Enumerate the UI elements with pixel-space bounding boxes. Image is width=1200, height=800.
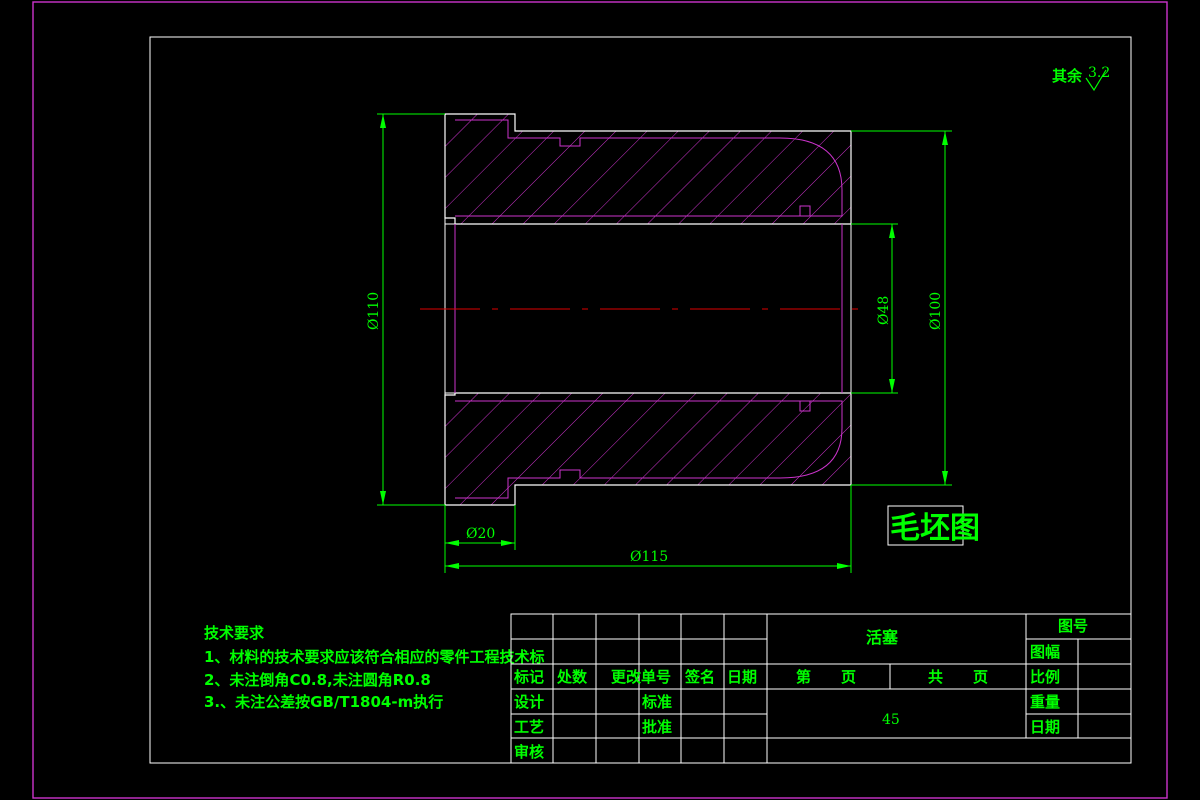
drawing-label: 毛坯图 bbox=[890, 511, 980, 546]
dimension-d20: Ø20 bbox=[444, 505, 516, 550]
sheet-total: 共 页 bbox=[928, 668, 988, 686]
tech-item-1: 1、材料的技术要求应该符合相应的零件工程技术标 bbox=[204, 648, 544, 666]
weight-label: 重量 bbox=[1030, 693, 1060, 711]
dim-d100-text: Ø100 bbox=[928, 292, 944, 330]
rev-header-sign: 签名 bbox=[684, 668, 715, 686]
tech-requirements: 技术要求 1、材料的技术要求应该符合相应的零件工程技术标 2、未注倒角C0.8,… bbox=[204, 624, 544, 711]
date-label-right: 日期 bbox=[1030, 718, 1060, 736]
roughness-note: 其余 3.2 bbox=[1052, 65, 1110, 92]
design-label: 设计 bbox=[514, 693, 544, 711]
title-block bbox=[510, 613, 1132, 764]
dimension-d100: Ø100 bbox=[851, 130, 952, 486]
dim-d110-text: Ø110 bbox=[366, 292, 382, 330]
drawing-no-label: 图号 bbox=[1058, 617, 1088, 635]
tech-heading: 技术要求 bbox=[204, 624, 265, 642]
part-name: 活塞 bbox=[866, 628, 899, 647]
upper-wall-section bbox=[444, 113, 852, 225]
scale-label: 比例 bbox=[1030, 668, 1060, 686]
part-section bbox=[420, 113, 860, 506]
rev-header-mark: 标记 bbox=[513, 668, 544, 686]
rev-header-date: 日期 bbox=[727, 668, 757, 686]
dim-d48-text: Ø48 bbox=[876, 296, 892, 325]
dim-d115-text: Ø115 bbox=[630, 549, 668, 565]
rev-header-change: 更改单号 bbox=[611, 668, 671, 686]
material: 45 bbox=[882, 712, 900, 728]
dim-d20-text: Ø20 bbox=[466, 526, 495, 542]
dimension-d48: Ø48 bbox=[851, 223, 898, 394]
approve-label: 批准 bbox=[642, 718, 672, 736]
standard-label: 标准 bbox=[641, 693, 672, 711]
cad-drawing: 其余 3.2 Ø110 Ø100 Ø48 Ø20 Ø115 毛坯图 技术要求 1… bbox=[32, 1, 1168, 799]
process-label: 工艺 bbox=[514, 718, 544, 736]
tech-item-2: 2、未注倒角C0.8,未注圆角R0.8 bbox=[204, 671, 431, 689]
roughness-prefix: 其余 bbox=[1052, 67, 1083, 85]
tech-item-3: 3.、未注公差按GB/T1804-m执行 bbox=[204, 693, 443, 711]
lower-wall-section bbox=[444, 392, 852, 506]
rev-header-count: 处数 bbox=[556, 668, 588, 686]
format-label: 图幅 bbox=[1030, 643, 1060, 661]
roughness-value: 3.2 bbox=[1088, 65, 1110, 81]
review-label: 审核 bbox=[514, 743, 544, 761]
sheet-no: 第 页 bbox=[796, 668, 856, 686]
